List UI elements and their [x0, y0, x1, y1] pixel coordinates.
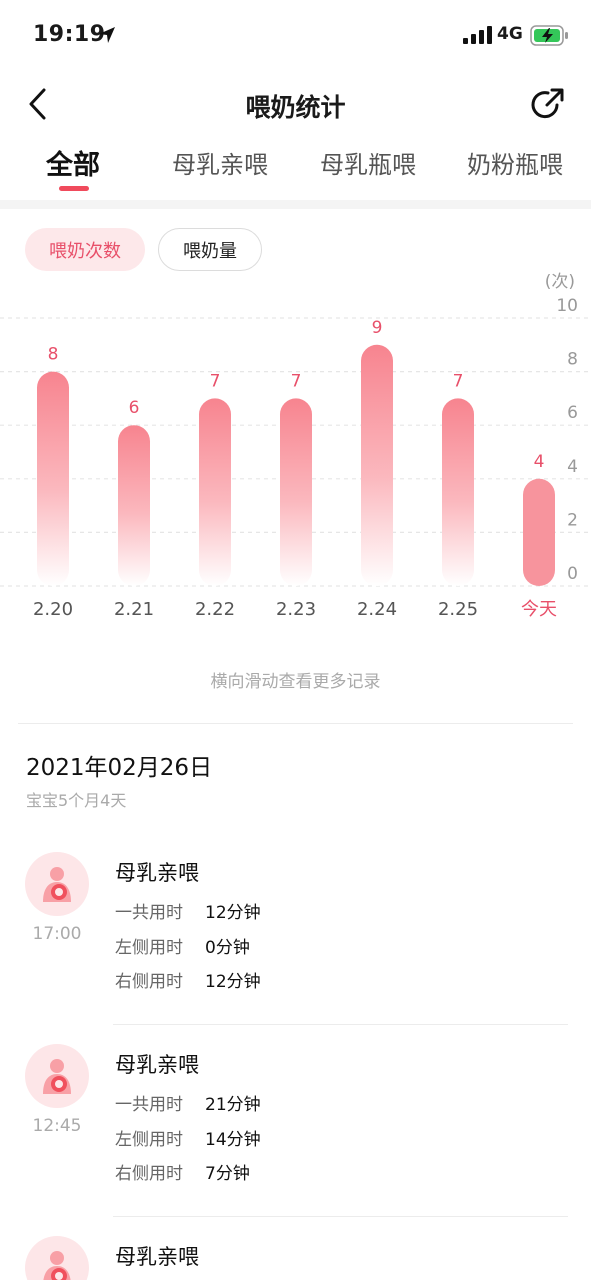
- row-value: 12分钟: [205, 903, 261, 923]
- x-tick-label: 2.22: [195, 599, 235, 620]
- record-type: 母乳亲喂: [115, 1053, 199, 1077]
- record-avatar: [25, 1236, 89, 1280]
- bar-value-label: 8: [48, 345, 59, 365]
- x-tick-label: 今天: [521, 599, 557, 620]
- row-value: 0分钟: [205, 938, 250, 958]
- bar-value-label: 9: [372, 318, 383, 338]
- row-value: 12分钟: [205, 972, 261, 992]
- feeding-record[interactable]: 17:00 母乳亲喂 一共用时 12分钟 左侧用时 0分钟 右侧用时 12分钟: [0, 852, 591, 1044]
- breastfeeding-icon: [43, 1251, 71, 1280]
- y-tick-label: 6: [567, 403, 578, 423]
- record-row-right: 右侧用时 12分钟: [115, 967, 261, 992]
- chart-bar: [280, 398, 312, 586]
- feeding-type-tabs: 全部 母乳亲喂 母乳瓶喂 奶粉瓶喂: [0, 140, 591, 200]
- row-value: 14分钟: [205, 1130, 261, 1150]
- record-type: 母乳亲喂: [115, 1245, 199, 1269]
- y-tick-label: 0: [567, 564, 578, 584]
- record-row-total: 一共用时 21分钟: [115, 1090, 261, 1115]
- location-arrow-icon: [99, 27, 115, 43]
- y-tick-label: 8: [567, 350, 578, 370]
- row-value: 7分钟: [205, 1164, 250, 1184]
- x-tick-label: 2.20: [33, 599, 73, 620]
- chart-bar: [118, 425, 150, 586]
- x-tick-label: 2.21: [114, 599, 154, 620]
- bar-value-label: 6: [129, 398, 140, 418]
- row-label: 左侧用时: [115, 938, 183, 958]
- status-bar: 19:19 4G: [0, 0, 591, 70]
- section-divider: [0, 200, 591, 209]
- chart-bar: [442, 398, 474, 586]
- record-date: 2021年02月26日: [26, 755, 213, 781]
- record-row-left: 左侧用时 14分钟: [115, 1125, 261, 1150]
- divider: [18, 723, 573, 724]
- x-tick-label: 2.24: [357, 599, 397, 620]
- active-tab-indicator: [59, 186, 89, 191]
- record-avatar: [25, 1044, 89, 1108]
- row-value: 21分钟: [205, 1095, 261, 1115]
- record-row-left: 左侧用时 0分钟: [115, 933, 250, 958]
- bar-value-label: 7: [210, 371, 221, 391]
- bar-value-label: 7: [291, 371, 302, 391]
- tab-all[interactable]: 全部: [46, 143, 100, 182]
- record-divider: [113, 1216, 568, 1217]
- row-label: 左侧用时: [115, 1130, 183, 1150]
- scroll-hint: 横向滑动查看更多记录: [210, 672, 381, 692]
- row-label: 右侧用时: [115, 972, 183, 992]
- chart-bar: [199, 398, 231, 586]
- feeding-count-chart[interactable]: (次) 10 8 6 4 2 0 8 2.20 6 2.21 7 2.22 7 2.23 9 2.24 7 2.25…: [0, 260, 591, 630]
- tab-formula-bottle[interactable]: 奶粉瓶喂: [467, 145, 563, 180]
- record-divider: [113, 1024, 568, 1025]
- chart-canvas: (次) 10 8 6 4 2 0 8 2.20 6 2.21 7 2.22 7 2.23 9 2.24 7 2.25…: [0, 272, 591, 620]
- feeding-record[interactable]: 12:45 母乳亲喂 一共用时 21分钟 左侧用时 14分钟 右侧用时 7分钟: [0, 1044, 591, 1236]
- record-row-right: 右侧用时 7分钟: [115, 1159, 250, 1184]
- share-icon[interactable]: [527, 84, 567, 124]
- bar-value-label: 4: [534, 452, 545, 472]
- y-tick-label: 4: [567, 457, 578, 477]
- record-time: 12:45: [32, 1116, 82, 1136]
- row-label: 一共用时: [115, 903, 183, 923]
- tab-breast-direct[interactable]: 母乳亲喂: [172, 145, 268, 180]
- bar-value-label: 7: [453, 371, 464, 391]
- row-label: 一共用时: [115, 1095, 183, 1115]
- y-axis-unit-label: (次): [545, 272, 575, 292]
- chart-bar: [523, 478, 555, 586]
- breastfeeding-icon: [43, 1059, 71, 1094]
- record-type: 母乳亲喂: [115, 861, 199, 885]
- feeding-record[interactable]: 母乳亲喂: [0, 1236, 591, 1280]
- x-tick-label: 2.23: [276, 599, 316, 620]
- chart-bar: [361, 344, 393, 586]
- record-time: 17:00: [32, 924, 82, 944]
- record-row-total: 一共用时 12分钟: [115, 898, 261, 923]
- row-label: 右侧用时: [115, 1164, 183, 1184]
- nav-bar: 喂奶统计: [0, 70, 591, 140]
- y-tick-label: 2: [567, 510, 578, 530]
- x-tick-label: 2.25: [438, 599, 478, 620]
- baby-age: 宝宝5个月4天: [26, 791, 127, 810]
- battery-charging-icon: [530, 25, 568, 46]
- chart-bar: [37, 371, 69, 586]
- tab-breast-bottle[interactable]: 母乳瓶喂: [320, 145, 416, 180]
- breastfeeding-icon: [43, 867, 71, 902]
- page-title: 喂奶统计: [245, 93, 346, 122]
- network-type: 4G: [497, 24, 523, 44]
- record-avatar: [25, 852, 89, 916]
- status-time: 19:19: [33, 22, 106, 47]
- y-tick-label: 10: [556, 296, 578, 316]
- signal-bars-icon: [463, 26, 492, 44]
